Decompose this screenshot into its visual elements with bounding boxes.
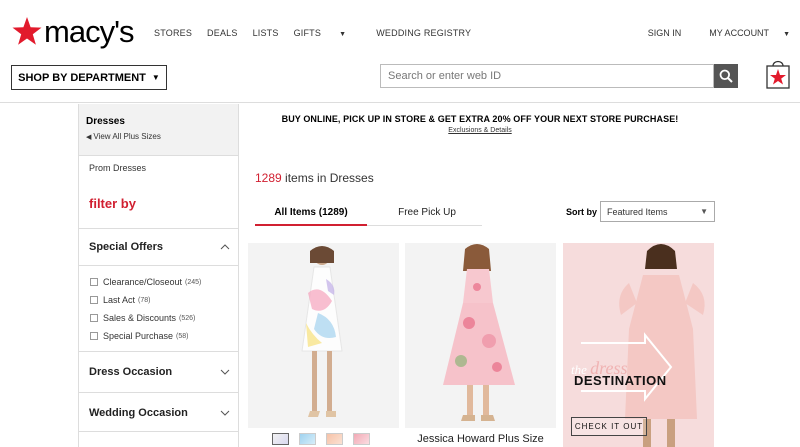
option-label: Clearance/Closeout [103,277,183,287]
option-count: (58) [176,332,189,340]
view-all-plus-sizes-label: View All Plus Sizes [93,132,161,141]
promo-text: BUY ONLINE, PICK UP IN STORE & GET EXTRA… [281,114,679,124]
exclusions-details-link[interactable]: Exclusions & Details [240,127,720,134]
filter-option-sales-discounts[interactable]: Sales & Discounts (526) [90,309,238,327]
color-swatch[interactable] [299,433,316,445]
wedding-occasion-header[interactable]: Wedding Occasion [79,393,238,433]
checkbox[interactable] [90,314,98,322]
view-all-plus-sizes-link[interactable]: ◀ View All Plus Sizes [86,132,238,141]
star-icon [12,17,42,45]
wedding-occasion-section[interactable]: Wedding Occasion [79,392,238,432]
sort-select[interactable]: Featured Items ▼ [600,201,715,222]
special-offers-options: Clearance/Closeout (245) Last Act (78) Sal… [79,266,238,345]
product-image[interactable] [405,243,556,428]
checkbox[interactable] [90,278,98,286]
chevron-down-icon [220,369,230,375]
filter-option-special-purchase[interactable]: Special Purchase (58) [90,327,238,345]
filter-option-last-act[interactable]: Last Act (78) [90,291,238,309]
nav-wedding-registry[interactable]: WEDDING REGISTRY [376,28,471,38]
option-count: (526) [179,314,196,322]
search-icon [719,69,733,83]
sign-in-link[interactable]: SIGN IN [648,28,682,38]
results-count-text: items in Dresses [281,171,374,185]
account-links: SIGN IN MY ACCOUNT ▼ [634,28,790,38]
my-account-label: MY ACCOUNT [709,28,770,38]
logo-text: macy's [44,14,134,49]
nav-gifts[interactable]: GIFTS ▼ [294,28,362,38]
prom-dresses-link[interactable]: Prom Dresses [79,156,238,173]
promo-banner: BUY ONLINE, PICK UP IN STORE & GET EXTRA… [240,114,720,134]
nav-gifts-label: GIFTS [293,28,322,38]
shopping-bag-icon [766,60,790,89]
checkbox[interactable] [90,332,98,340]
filter-option-clearance[interactable]: Clearance/Closeout (245) [90,273,238,291]
search-button[interactable] [714,64,738,88]
color-swatch[interactable] [272,433,289,445]
product-tile[interactable] [405,243,556,428]
option-count: (78) [138,296,151,304]
product-name[interactable]: Jessica Howard Plus Size [405,433,556,445]
results-count: 1289 items in Dresses [255,171,374,185]
search-placeholder: Search or enter web ID [388,70,502,82]
special-offers-header[interactable]: Special Offers [79,229,238,266]
wedding-occasion-title: Wedding Occasion [89,407,188,419]
sort-by-label: Sort by [566,207,598,217]
dress-destination-ad[interactable]: the dress DESTINATION CHECK IT OUT [563,243,714,447]
check-it-out-button[interactable]: CHECK IT OUT [571,417,647,436]
ad-headline: DESTINATION [574,373,667,388]
triangle-left-icon: ◀ [86,134,92,141]
option-count: (245) [185,278,202,286]
chevron-up-icon [220,244,230,250]
category-header: Dresses ◀ View All Plus Sizes [79,104,238,156]
option-label: Special Purchase [103,331,174,341]
option-label: Last Act [103,295,136,305]
tab-all-items[interactable]: All Items (1289) [255,207,367,226]
category-title: Dresses [86,116,125,127]
nav-lists[interactable]: LISTS [253,28,279,38]
top-nav: STORES DEALS LISTS GIFTS ▼ WEDDING REGIST… [154,28,486,38]
special-offers-section: Special Offers Clearance/Closeout (245) L… [79,228,238,348]
product-tile[interactable] [248,243,399,428]
caret-down-icon: ▼ [151,73,160,82]
search-input[interactable]: Search or enter web ID [380,64,714,88]
shop-by-department-label: SHOP BY DEPARTMENT [18,71,146,84]
macys-logo[interactable]: macy's [12,14,134,49]
dress-occasion-header[interactable]: Dress Occasion [79,352,238,392]
chevron-down-icon [220,410,230,416]
caret-down-icon: ▼ [339,31,347,38]
results-count-number: 1289 [255,171,282,185]
option-label: Sales & Discounts [103,313,177,323]
left-sidebar: Dresses ◀ View All Plus Sizes Prom Dresse… [78,104,239,447]
nav-deals[interactable]: DEALS [207,28,238,38]
dress-occasion-title: Dress Occasion [89,366,173,378]
dress-occasion-section[interactable]: Dress Occasion [79,351,238,391]
checkbox[interactable] [90,296,98,304]
caret-down-icon: ▼ [700,207,708,216]
site-header: macy's STORES DEALS LISTS GIFTS ▼ WEDDING… [0,0,800,103]
tab-free-pick-up[interactable]: Free Pick Up [377,207,477,218]
special-offers-title: Special Offers [89,241,163,253]
shopping-bag-button[interactable] [765,58,791,94]
sort-select-value: Featured Items [607,206,668,217]
color-swatch[interactable] [326,433,343,445]
nav-stores[interactable]: STORES [154,28,192,38]
filter-by-heading: filter by [89,196,136,211]
my-account-link[interactable]: MY ACCOUNT ▼ [695,28,790,38]
product-image[interactable] [248,243,399,428]
caret-down-icon: ▼ [783,31,790,38]
color-swatches [272,433,380,445]
results-tabs: All Items (1289) Free Pick Up [255,201,482,226]
shop-by-department-button[interactable]: SHOP BY DEPARTMENT ▼ [11,65,167,90]
color-swatch[interactable] [353,433,370,445]
